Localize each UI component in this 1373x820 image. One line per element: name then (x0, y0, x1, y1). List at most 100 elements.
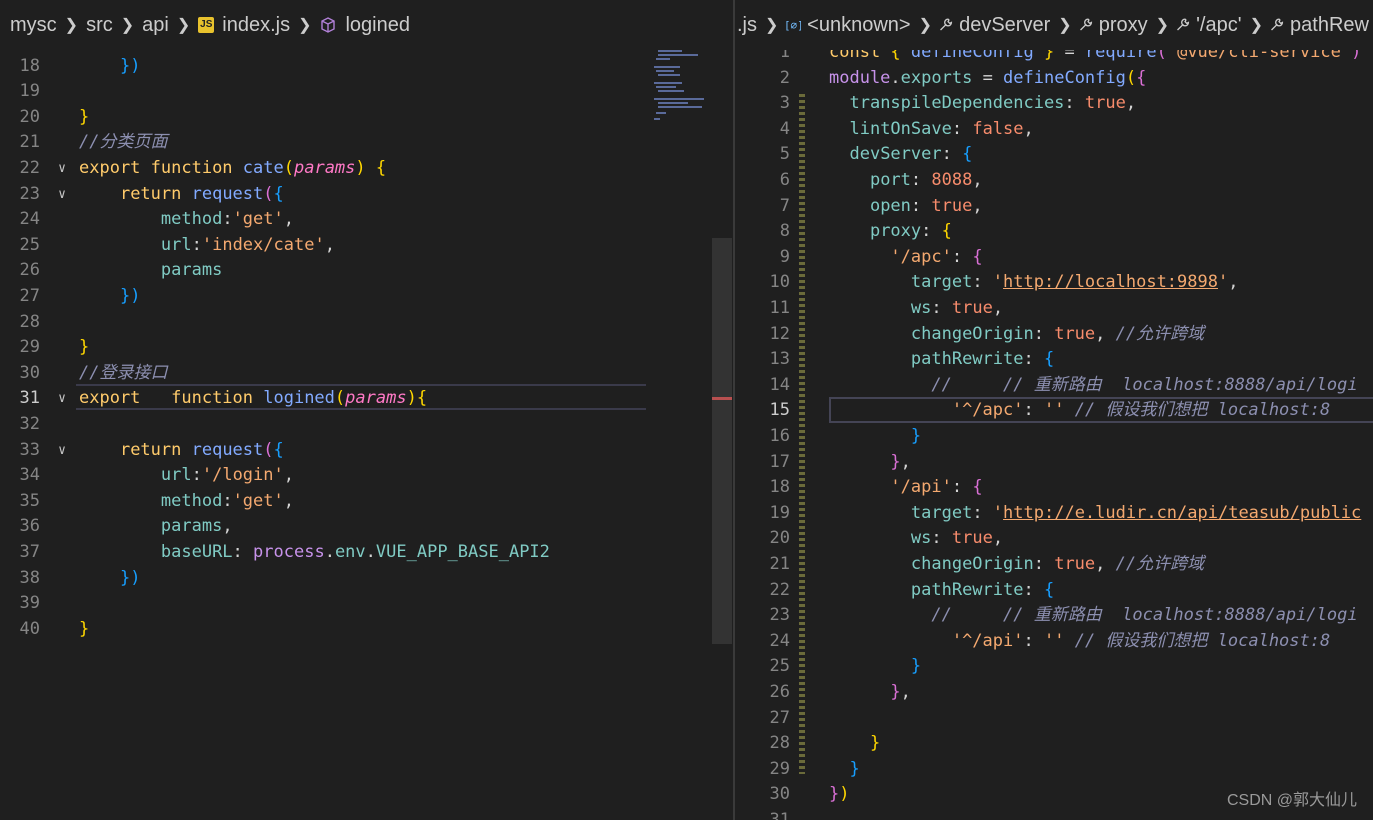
line-number: 28 (769, 733, 790, 754)
code-line[interactable]: 17 }, (735, 450, 1373, 476)
code-line[interactable]: 16 } (735, 424, 1373, 450)
code-line[interactable]: 25 } (735, 654, 1373, 680)
fold-chevron-icon[interactable]: ∨ (54, 182, 70, 208)
cube-icon (321, 17, 336, 33)
code-line[interactable]: 10 target: 'http://localhost:9898', (735, 270, 1373, 296)
code-token: // // 重新路由 localhost:8888/api/logi (931, 374, 1358, 395)
code-line[interactable]: 29} (0, 335, 733, 361)
code-token: : (972, 502, 993, 523)
code-line[interactable]: 27 (735, 706, 1373, 732)
breadcrumb-item-file[interactable]: .js (737, 14, 757, 37)
code-line[interactable]: 3 transpileDependencies: true, (735, 91, 1373, 117)
code-line[interactable]: 9 '/apc': { (735, 245, 1373, 271)
code-line[interactable]: 24 '^/api': '' // 假设我们想把 localhost:8 (735, 629, 1373, 655)
code-text: } (79, 617, 89, 643)
code-token: // 假设我们想把 localhost:8 (1074, 630, 1331, 651)
code-line[interactable]: 26 }, (735, 680, 1373, 706)
code-line[interactable]: 27 }) (0, 284, 733, 310)
code-line[interactable]: 4 lintOnSave: false, (735, 117, 1373, 143)
code-line[interactable]: 22 pathRewrite: { (735, 578, 1373, 604)
code-line[interactable]: 6 port: 8088, (735, 168, 1373, 194)
code-line[interactable]: 39 (0, 591, 733, 617)
code-line[interactable]: 8 proxy: { (735, 219, 1373, 245)
fold-chevron-icon[interactable]: ∨ (54, 156, 70, 182)
code-line[interactable]: 22 ∨ export function cate(params) { (0, 156, 733, 182)
code-token: 'get' (232, 209, 284, 230)
code-line[interactable]: 5 devServer: { (735, 142, 1373, 168)
code-line[interactable]: 23 ∨ return request({ (0, 182, 733, 208)
code-token: { (273, 183, 284, 204)
code-token: ( (1125, 67, 1137, 88)
code-line[interactable]: 24 method:'get', (0, 207, 733, 233)
breadcrumb-item-pathrewrite[interactable]: pathRew (1290, 14, 1369, 37)
breadcrumb-item-devserver[interactable]: devServer (959, 14, 1050, 37)
breadcrumb-item-api[interactable]: api (142, 14, 169, 37)
right-editor-pane[interactable]: 1 const { defineConfig } = require('@vue/… (735, 0, 1373, 820)
line-number: 23 (769, 605, 790, 626)
code-token: : (951, 477, 973, 498)
vertical-scrollbar[interactable] (712, 238, 732, 644)
breadcrumb-item-unknown[interactable]: <unknown> (807, 14, 910, 37)
code-line[interactable]: 38 }) (0, 566, 733, 592)
fold-chevron-icon[interactable]: ∨ (54, 386, 70, 412)
code-token: . (324, 542, 335, 562)
left-editor-pane[interactable]: 17 params18 })1920}21//分类页面22∨export fun… (0, 0, 733, 820)
line-number: 36 (19, 516, 40, 537)
minimap[interactable] (650, 38, 712, 128)
code-text: pathRewrite: { (829, 578, 1054, 604)
code-line[interactable]: 21 changeOrigin: true, //允许跨域 (735, 552, 1373, 578)
code-token: : (941, 144, 963, 165)
code-line[interactable]: 32 (0, 412, 733, 438)
code-token: , (972, 170, 983, 190)
code-line[interactable]: 36 params, (0, 514, 733, 540)
code-line[interactable]: 28 } (735, 731, 1373, 757)
code-line[interactable]: 37 baseURL: process.env.VUE_APP_BASE_API… (0, 540, 733, 566)
code-line[interactable]: 11 ws: true, (735, 296, 1373, 322)
code-line[interactable]: 2 module.exports = defineConfig({ (735, 66, 1373, 92)
line-number: 39 (19, 593, 40, 614)
code-line[interactable]: 13 pathRewrite: { (735, 347, 1373, 373)
code-token: request (191, 439, 264, 460)
code-line[interactable]: 18 '/api': { (735, 475, 1373, 501)
code-line[interactable]: 30 //登录接口 (0, 361, 733, 387)
code-line[interactable]: 19 (0, 79, 733, 105)
code-text: } (829, 654, 921, 680)
breadcrumb-item-apc[interactable]: '/apc' (1196, 14, 1241, 37)
code-text: return request({ (79, 438, 284, 464)
code-line[interactable]: 14 // // 重新路由 localhost:8888/api/logi (735, 373, 1373, 399)
fold-chevron-icon[interactable]: ∨ (54, 438, 70, 464)
code-line[interactable]: 12 changeOrigin: true, //允许跨域 (735, 322, 1373, 348)
current-line-highlight (76, 384, 646, 410)
line-number: 26 (19, 260, 40, 281)
code-line[interactable]: 35 method:'get', (0, 489, 733, 515)
breadcrumb-item-symbol[interactable]: logined (345, 14, 410, 37)
code-line[interactable]: 29 } (735, 757, 1373, 783)
code-token: true (951, 528, 993, 549)
breadcrumb-item-mysc[interactable]: mysc (10, 14, 57, 37)
line-number: 35 (19, 490, 40, 511)
code-text: return request({ (79, 182, 284, 208)
code-line[interactable]: 26 params (0, 258, 733, 284)
code-line[interactable]: 23 // // 重新路由 localhost:8888/api/logi (735, 603, 1373, 629)
code-line[interactable]: 25 url:'index/cate', (0, 233, 733, 259)
line-number: 18 (769, 477, 790, 498)
breadcrumb-item-proxy[interactable]: proxy (1099, 14, 1148, 37)
line-number: 21 (769, 554, 790, 574)
code-line[interactable]: 34 url:'/login', (0, 463, 733, 489)
minimap-preview (654, 42, 704, 120)
code-line[interactable]: 28 (0, 310, 733, 336)
code-line[interactable]: 7 open: true, (735, 194, 1373, 220)
code-line[interactable]: 18 }) (0, 54, 733, 80)
code-line[interactable]: 20 ws: true, (735, 526, 1373, 552)
code-text: open: true, (829, 194, 983, 220)
code-line[interactable]: 40} (0, 617, 733, 643)
breadcrumb-item-src[interactable]: src (86, 14, 113, 37)
breadcrumb-item-file[interactable]: index.js (222, 14, 290, 37)
code-line[interactable]: 33 ∨ return request({ (0, 438, 733, 464)
code-line[interactable]: 19 target: 'http://e.ludir.cn/api/teasub… (735, 501, 1373, 527)
code-line[interactable]: 21 //分类页面 (0, 130, 733, 156)
code-line[interactable]: 20} (0, 105, 733, 131)
